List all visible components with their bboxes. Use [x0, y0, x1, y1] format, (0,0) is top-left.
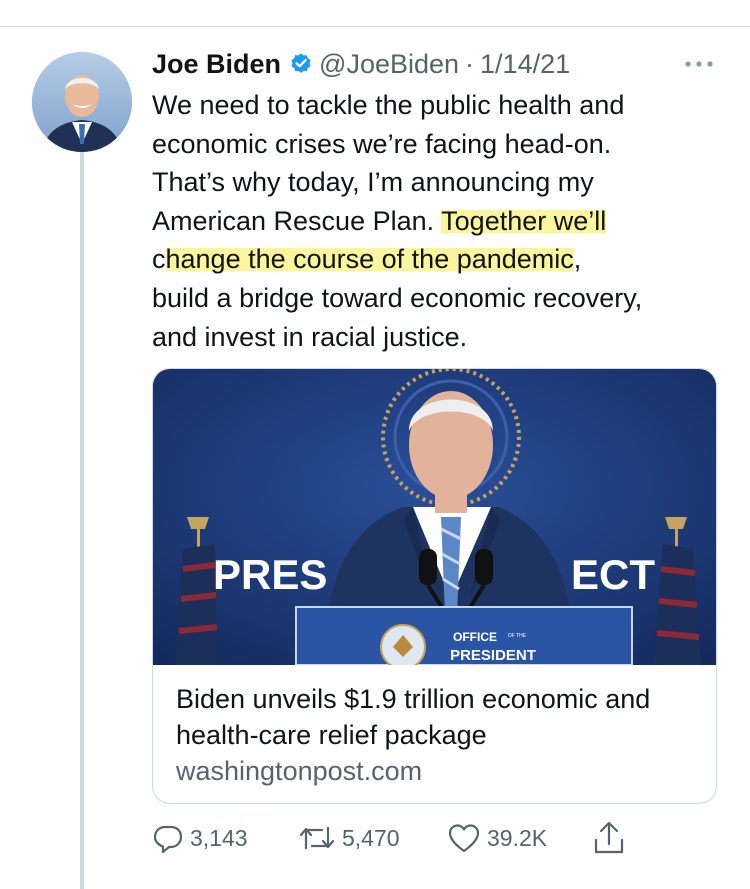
tweet-text-line: economic crises we’re facing head-on. [152, 128, 612, 159]
reply-count: 3,143 [190, 824, 248, 851]
link-card-image[interactable]: PRES ECT OFFICE OF THE PRESIDENT [153, 369, 716, 665]
avatar[interactable] [32, 52, 132, 152]
share-icon [592, 820, 626, 856]
podium-text-of-the: OF THE [508, 633, 527, 639]
link-card-title[interactable]: Biden unveils $1.9 trillion economic and… [176, 681, 706, 753]
highlighted-text: hange the course of the pandemic [165, 244, 574, 275]
like-icon [447, 822, 481, 854]
podium-text-office: OFFICE [453, 630, 497, 644]
tweet-text-line: build a bridge toward economic recovery, [152, 282, 643, 313]
tweet-text-segment: American Rescue Plan. [152, 205, 442, 236]
tweet-actions: 3,143 5,470 39.2K [152, 816, 672, 860]
author-name[interactable]: Joe Biden [152, 49, 281, 80]
verified-badge-icon [289, 52, 313, 76]
retweet-button[interactable]: 5,470 [298, 816, 400, 860]
tweet-text: We need to tackle the public health and … [152, 86, 732, 356]
retweet-icon [298, 822, 336, 854]
share-button[interactable] [592, 816, 626, 860]
podium-text-president: PRESIDENT [450, 647, 536, 664]
tweet-text-line: That’s why today, I’m announcing my [152, 167, 594, 198]
tweet-text-segment: , [573, 244, 582, 275]
author-handle[interactable]: @JoeBiden [319, 49, 459, 80]
link-card-domain[interactable]: washingtonpost.com [176, 754, 422, 788]
tweet-text-line: change the course of the pandemic, [152, 240, 732, 279]
retweet-count: 5,470 [342, 824, 400, 851]
tweet-header: Joe Biden @JoeBiden · 1/14/21 [152, 46, 570, 82]
link-card[interactable]: PRES ECT OFFICE OF THE PRESIDENT Biden u… [152, 368, 717, 804]
like-button[interactable]: 39.2K [447, 816, 547, 860]
highlighted-text: Together we’ll [441, 205, 607, 236]
separator-dot: · [465, 48, 475, 79]
like-count: 39.2K [487, 824, 548, 851]
avatar-image [32, 52, 132, 152]
top-divider [0, 26, 750, 27]
tweet-date[interactable]: 1/14/21 [480, 49, 570, 80]
reply-button[interactable]: 3,143 [152, 816, 248, 860]
banner-text-left: PRES [213, 551, 327, 598]
thread-line [80, 150, 84, 889]
tweet-text-segment: c [152, 244, 166, 275]
tweet-text-line: We need to tackle the public health and [152, 90, 625, 120]
tweet-text-line: American Rescue Plan. Together we’ll [152, 202, 732, 241]
tweet-text-line: and invest in racial justice. [152, 321, 468, 352]
more-icon[interactable] [682, 52, 716, 76]
reply-icon [152, 822, 184, 854]
banner-text-right: ECT [571, 551, 655, 598]
